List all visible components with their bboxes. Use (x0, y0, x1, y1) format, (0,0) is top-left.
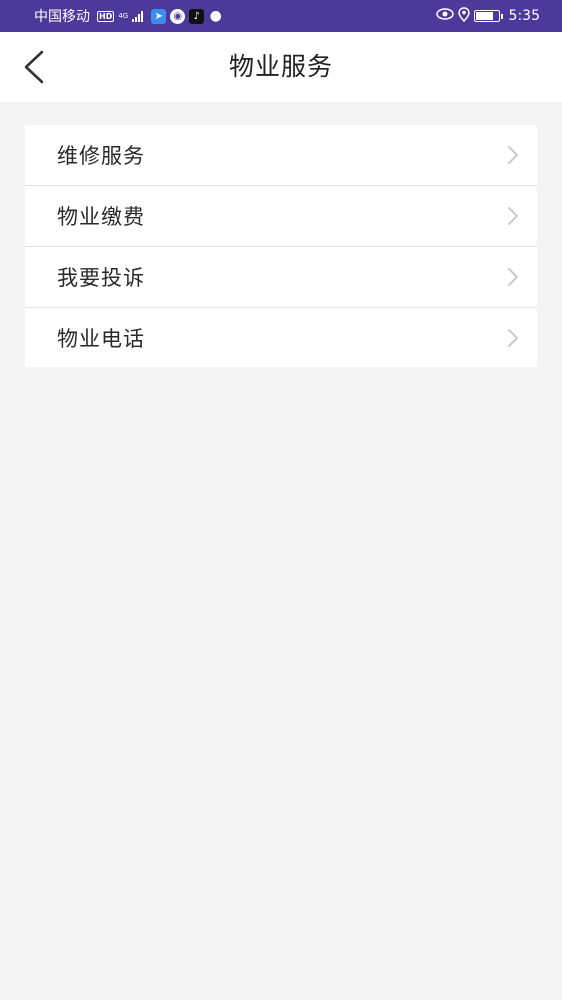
clock: 5:35 (508, 8, 540, 24)
menu-item-property-phone[interactable]: 物业电话 (25, 308, 537, 367)
menu-item-complaint[interactable]: 我要投诉 (25, 247, 537, 308)
menu-item-label: 物业缴费 (57, 205, 145, 229)
chevron-right-icon (507, 206, 519, 226)
menu-item-label: 物业电话 (57, 326, 145, 351)
back-button[interactable] (14, 46, 54, 88)
page-title: 物业服务 (228, 52, 333, 81)
status-bar-left: 中国移动 HD 4G ➤ ◉ ♪ ● (34, 6, 223, 26)
battery-icon (473, 10, 503, 22)
status-bar: 中国移动 HD 4G ➤ ◉ ♪ ● 5:35 (0, 0, 562, 32)
signal-icon (132, 10, 144, 22)
hd-badge: HD (97, 10, 115, 22)
browser-notification-icon: ◉ (170, 8, 186, 24)
network-type-label: 4G (118, 11, 129, 20)
navigation-bar: 物业服务 (0, 32, 562, 102)
chevron-left-icon (24, 50, 44, 84)
tiktok-notification-icon: ♪ (189, 8, 205, 24)
chevron-right-icon (507, 145, 519, 165)
network-type: 4G (118, 11, 129, 20)
service-menu: 维修服务 物业缴费 我要投诉 物业电话 (25, 125, 537, 367)
menu-item-label: 我要投诉 (57, 266, 145, 290)
menu-item-repair-service[interactable]: 维修服务 (25, 125, 537, 186)
eye-icon (435, 8, 454, 24)
chevron-right-icon (507, 267, 519, 287)
menu-item-property-payment[interactable]: 物业缴费 (25, 186, 537, 247)
app-notification-icon: ➤ (151, 8, 167, 24)
carrier-name: 中国移动 (34, 9, 90, 25)
chevron-right-icon (507, 328, 519, 348)
menu-item-label: 维修服务 (57, 144, 145, 168)
status-bar-right: 5:35 (435, 6, 540, 26)
chat-notification-icon: ● (209, 7, 222, 24)
location-icon (457, 6, 470, 26)
